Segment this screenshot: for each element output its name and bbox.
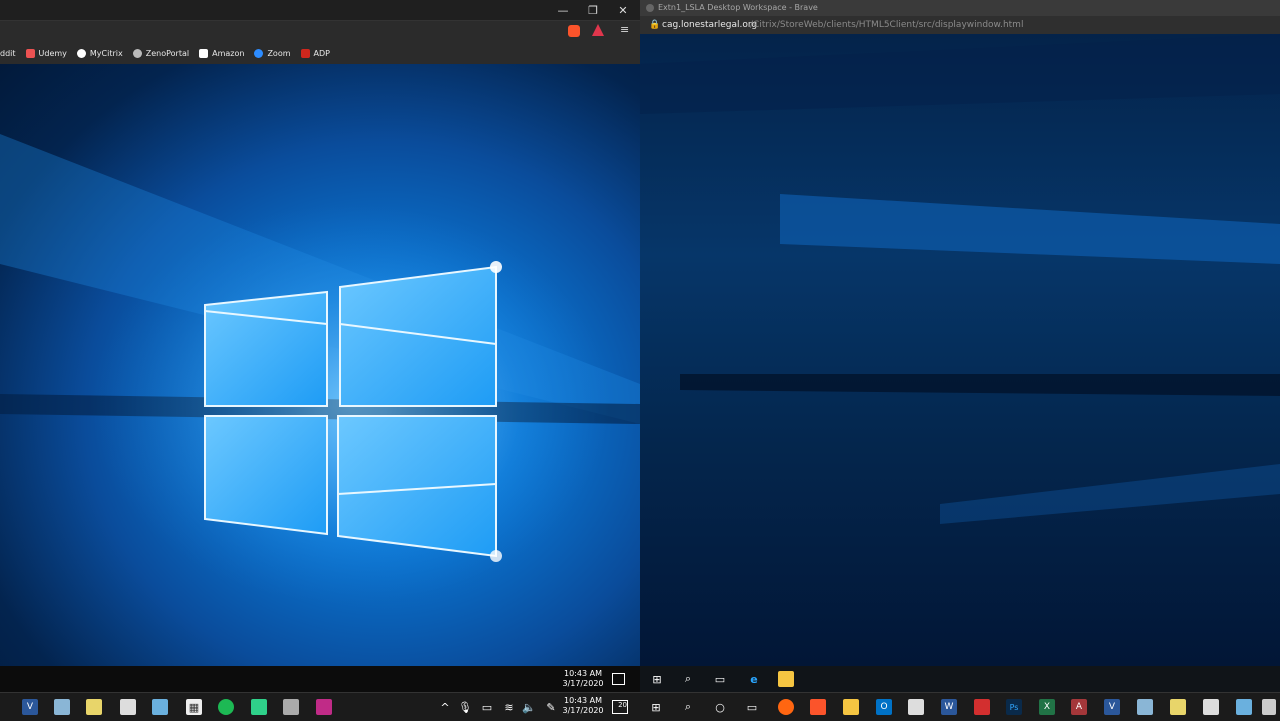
- microphone-icon[interactable]: 🎙: [457, 699, 473, 715]
- spotify-icon[interactable]: [218, 699, 234, 715]
- tray-chevron-icon[interactable]: ^: [437, 699, 453, 715]
- app-disk-icon[interactable]: [283, 699, 299, 715]
- bookmark-label: Zoom: [267, 48, 291, 58]
- brave-rewards-icon[interactable]: [592, 24, 604, 36]
- app-diamond-icon[interactable]: [251, 699, 267, 715]
- app-icon[interactable]: [1137, 699, 1153, 715]
- right-remote-taskbar: ⊞ ⌕ ▭ e: [640, 666, 1280, 692]
- left-remote-taskbar: 10:43 AM 3/17/2020: [0, 666, 640, 692]
- remote-clock[interactable]: 10:43 AM 3/17/2020: [560, 669, 606, 689]
- bookmark-zoom[interactable]: Zoom: [254, 48, 291, 58]
- bookmark-adp[interactable]: ADP: [300, 48, 330, 58]
- word-icon[interactable]: W: [941, 699, 957, 715]
- bookmark-label: MyCitrix: [89, 48, 123, 58]
- calculator-icon[interactable]: ▦: [186, 699, 202, 715]
- clock-date: 3/17/2020: [562, 679, 604, 688]
- clock-date: 3/17/2020: [562, 706, 604, 715]
- windows-wallpaper: [0, 64, 640, 666]
- file-explorer-icon[interactable]: [843, 699, 859, 715]
- bookmark-mycitrix[interactable]: MyCitrix: [76, 48, 123, 58]
- pen-icon[interactable]: ✎: [543, 699, 559, 715]
- outlook-icon[interactable]: O: [876, 699, 892, 715]
- stack-icon[interactable]: [1170, 699, 1186, 715]
- search-icon[interactable]: ⌕: [680, 671, 696, 687]
- left-browser-window: — ❐ ✕ ≡ ddit Udemy MyCitrix ZenoPortal A…: [0, 0, 640, 666]
- url-domain: cag.lonestarlegal.org: [662, 20, 758, 30]
- left-title-bar: — ❐ ✕: [0, 0, 640, 20]
- citrix-browser-window: Extn1_LSLA Desktop Workspace - Brave 🔒 c…: [640, 0, 1280, 666]
- app-pink-icon[interactable]: [316, 699, 332, 715]
- wifi-icon[interactable]: ≋: [501, 699, 517, 715]
- task-view-icon[interactable]: ▭: [712, 671, 728, 687]
- notepad-icon[interactable]: [1203, 699, 1219, 715]
- bookmark-label: ddit: [0, 48, 16, 58]
- url-path: /Citrix/StoreWeb/clients/HTML5Client/src…: [750, 20, 1024, 30]
- visio-icon[interactable]: V: [1104, 699, 1120, 715]
- zoom-icon: [254, 48, 264, 58]
- notification-count: 20: [618, 701, 627, 709]
- bookmark-udemy[interactable]: Udemy: [25, 48, 67, 58]
- remote-desktop-icon[interactable]: [1236, 699, 1252, 715]
- edge-icon[interactable]: e: [746, 671, 762, 687]
- remote-desktop-wallpaper: [640, 34, 1280, 666]
- search-icon[interactable]: ⌕: [680, 699, 696, 715]
- left-toolbar: ≡: [0, 20, 640, 43]
- clock-time: 10:43 AM: [564, 696, 602, 705]
- excel-icon[interactable]: X: [1039, 699, 1055, 715]
- brave-icon[interactable]: [810, 699, 826, 715]
- brave-shield-icon[interactable]: [568, 25, 580, 37]
- photoshop-icon[interactable]: Ps: [1006, 699, 1022, 715]
- clock-time: 10:43 AM: [564, 669, 602, 678]
- cloud-app-icon[interactable]: [908, 699, 924, 715]
- bookmark-amazon[interactable]: Amazon: [199, 48, 245, 58]
- url-bar[interactable]: 🔒 cag.lonestarlegal.org /Citrix/StoreWeb…: [640, 16, 1280, 34]
- windows-logo-light: [0, 134, 640, 604]
- bookmark-label: ADP: [313, 48, 330, 58]
- remote-wallpaper-beams: [640, 34, 1280, 524]
- app-partial-icon[interactable]: [1262, 699, 1276, 715]
- close-button[interactable]: ✕: [608, 0, 638, 20]
- acrobat-icon[interactable]: [974, 699, 990, 715]
- bookmarks-bar: ddit Udemy MyCitrix ZenoPortal Amazon Zo…: [0, 42, 640, 64]
- firefox-icon[interactable]: [778, 699, 794, 715]
- remote-desktop-icon[interactable]: [152, 699, 168, 715]
- stack-icon[interactable]: [86, 699, 102, 715]
- minimize-button[interactable]: —: [548, 0, 578, 20]
- host-clock[interactable]: 10:43 AM 3/17/2020: [560, 696, 606, 716]
- volume-icon[interactable]: 🔈: [521, 699, 537, 715]
- notification-center-icon[interactable]: 20: [612, 700, 628, 714]
- bookmark-zenoportal[interactable]: ZenoPortal: [132, 48, 190, 58]
- amazon-icon: [199, 48, 209, 58]
- window-title: Extn1_LSLA Desktop Workspace - Brave: [658, 3, 818, 12]
- notepad-icon[interactable]: [120, 699, 136, 715]
- citrix-icon: [76, 48, 86, 58]
- battery-icon[interactable]: ▭: [479, 699, 495, 715]
- host-taskbar: V ▦ ^ 🎙 ▭ ≋ 🔈 ✎ 10:43 AM 3/17/2020 20 ⊞ …: [0, 692, 1280, 721]
- adp-icon: [300, 48, 310, 58]
- udemy-icon: [25, 48, 35, 58]
- bookmark-reddit[interactable]: ddit: [0, 49, 16, 58]
- brave-icon: [646, 4, 654, 12]
- bookmark-label: Udemy: [38, 48, 67, 58]
- file-explorer-icon[interactable]: [778, 671, 794, 687]
- restore-button[interactable]: ❐: [578, 0, 608, 20]
- task-view-icon[interactable]: ▭: [744, 699, 760, 715]
- windows-start-icon[interactable]: ⊞: [649, 671, 665, 687]
- lock-icon: 🔒: [649, 20, 661, 30]
- bookmark-label: Amazon: [212, 48, 245, 58]
- action-center-icon[interactable]: [612, 673, 625, 685]
- access-icon[interactable]: A: [1071, 699, 1087, 715]
- menu-icon[interactable]: ≡: [620, 23, 629, 36]
- windows-start-icon[interactable]: ⊞: [648, 699, 664, 715]
- app-icon[interactable]: [54, 699, 70, 715]
- visio-icon[interactable]: V: [22, 699, 38, 715]
- citrix-title-bar: Extn1_LSLA Desktop Workspace - Brave: [640, 0, 1280, 16]
- bookmark-label: ZenoPortal: [145, 48, 190, 58]
- cortana-icon[interactable]: ○: [712, 699, 728, 715]
- zeno-icon: [132, 48, 142, 58]
